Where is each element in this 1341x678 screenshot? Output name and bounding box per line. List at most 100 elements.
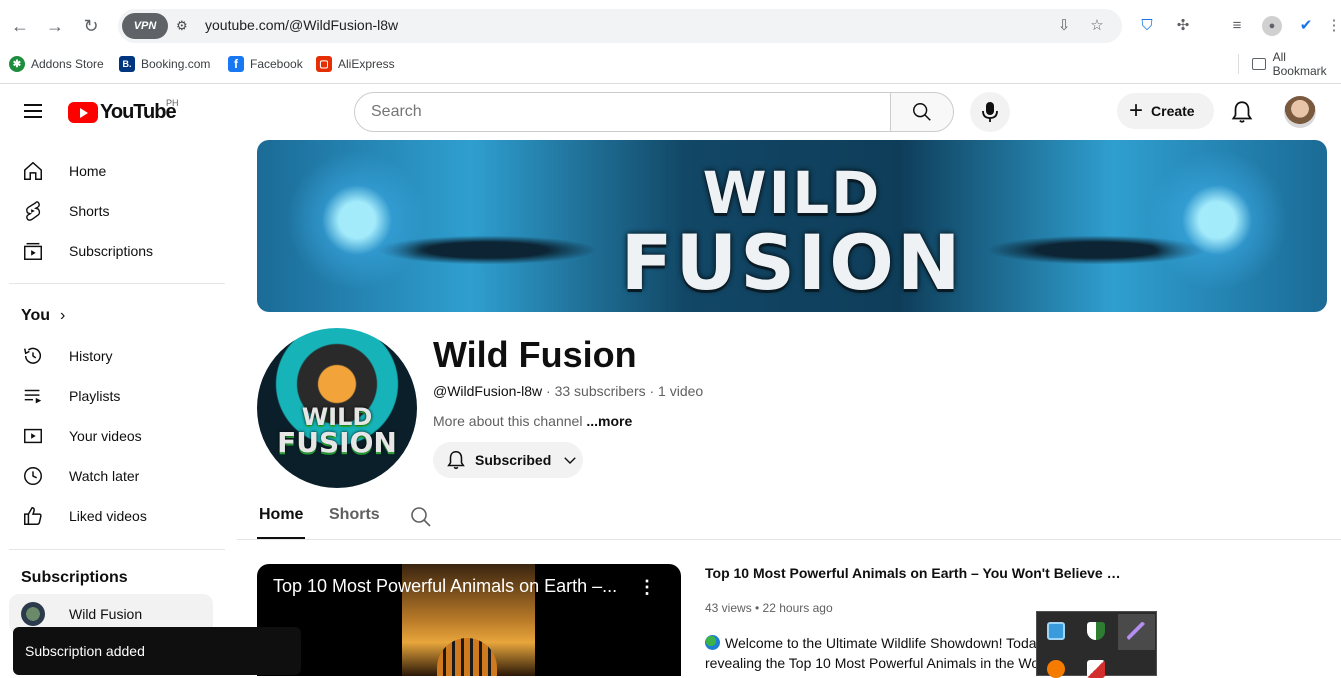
install-app-icon[interactable]: ⇩ (1055, 17, 1073, 35)
subscriptions-section-heading: Subscriptions (21, 569, 128, 586)
bookmark-star-icon[interactable]: ☆ (1088, 17, 1106, 35)
sidebar-item-shorts[interactable]: Shorts (12, 191, 212, 231)
more-options-icon[interactable]: ⋮ (637, 576, 657, 598)
you-section-heading[interactable]: You › (21, 307, 65, 325)
chevron-right-icon: › (60, 307, 66, 324)
hamburger-menu-icon[interactable] (21, 100, 45, 124)
sidebar-item-label: Shorts (69, 203, 110, 219)
channel-tabs: Home Shorts (237, 495, 1341, 540)
microphone-icon (982, 102, 998, 122)
sidebar-item-label: Liked videos (69, 508, 147, 524)
channel-search-icon[interactable] (409, 505, 433, 529)
search-button[interactable] (890, 92, 954, 132)
channel-about[interactable]: More about this channel ...more (433, 413, 632, 429)
vpn-badge[interactable]: VPN (122, 13, 168, 39)
voice-search-button[interactable] (970, 92, 1010, 132)
site-info-icon[interactable]: ⚙ (176, 18, 192, 34)
liked-videos-icon (21, 504, 45, 528)
about-more-link[interactable]: ...more (586, 413, 632, 429)
sidebar-item-home[interactable]: Home (12, 151, 212, 191)
subscribed-label: Subscribed (475, 452, 552, 468)
security-check-icon[interactable]: ✔ (1296, 16, 1316, 36)
create-label: Create (1151, 103, 1195, 119)
sidebar-item-liked-videos[interactable]: Liked videos (12, 496, 212, 536)
active-tab-indicator (257, 537, 305, 539)
sidebar-item-history[interactable]: History (12, 336, 212, 376)
tab-home[interactable]: Home (259, 506, 303, 524)
red-app-icon[interactable] (1087, 660, 1105, 678)
search-box (354, 92, 891, 132)
security-shield-icon[interactable] (1087, 622, 1105, 640)
bookmark-facebook[interactable]: f Facebook (228, 55, 303, 73)
back-icon[interactable]: ← (8, 14, 32, 38)
youtube-header: YouTube PH + Create (0, 85, 1341, 139)
home-icon (21, 159, 45, 183)
all-bookmarks-button[interactable]: All Bookmark (1252, 50, 1341, 78)
bookmark-label: Booking.com (141, 57, 211, 71)
system-tray-popup (1036, 611, 1157, 678)
sidebar: Home Shorts Subscriptions You › History … (0, 139, 237, 676)
all-bookmarks-label: All Bookmark (1272, 50, 1327, 78)
sidebar-item-label: History (69, 348, 113, 364)
channel-stats: · 33 subscribers · 1 video (542, 383, 704, 399)
notifications-bell-icon[interactable] (1229, 99, 1255, 125)
toast-notification: Subscription added (13, 627, 301, 675)
subscribed-button[interactable]: Subscribed (433, 442, 583, 478)
you-heading-label: You (21, 307, 51, 324)
banner-line-2: FUSION (620, 218, 964, 307)
bookmark-booking[interactable]: B. Booking.com (119, 55, 210, 73)
sidebar-item-your-videos[interactable]: Your videos (12, 416, 212, 456)
banner-artwork-text: WILD FUSION (257, 158, 1327, 307)
orange-app-icon[interactable] (1047, 660, 1065, 678)
omnibar: ← → ↻ VPN ⚙ youtube.com/@WildFusion-l8w … (0, 0, 1341, 50)
media-control-icon[interactable]: ≡ (1227, 16, 1247, 36)
account-avatar[interactable] (1284, 96, 1316, 128)
sidebar-item-watch-later[interactable]: Watch later (12, 456, 212, 496)
feather-app-icon[interactable] (1127, 622, 1145, 640)
logo-text: YouTube (100, 100, 177, 123)
sidebar-item-label: Home (69, 163, 107, 179)
history-icon (21, 344, 45, 368)
subscription-label: Wild Fusion (69, 606, 143, 622)
youtube-play-icon (68, 101, 98, 123)
bell-icon (447, 450, 465, 470)
channel-avatar-small (21, 602, 45, 626)
reload-icon[interactable]: ↻ (79, 14, 103, 38)
booking-icon: B. (119, 56, 135, 72)
video-thumbnail[interactable]: Top 10 Most Powerful Animals on Earth –.… (257, 564, 681, 676)
tab-shorts[interactable]: Shorts (329, 506, 380, 524)
address-bar[interactable]: VPN ⚙ youtube.com/@WildFusion-l8w ⇩ ☆ (118, 9, 1122, 43)
forward-icon[interactable]: → (43, 14, 67, 38)
search-input[interactable] (371, 102, 871, 122)
video-title[interactable]: Top 10 Most Powerful Animals on Earth – … (705, 565, 1125, 581)
sidebar-item-playlists[interactable]: Playlists (12, 376, 212, 416)
sidebar-item-label: Subscriptions (69, 243, 154, 259)
channel-meta: @WildFusion-l8w · 33 subscribers · 1 vid… (433, 383, 703, 399)
create-button[interactable]: + Create (1117, 93, 1214, 129)
globe-icon (705, 635, 720, 650)
country-code: PH (166, 98, 179, 108)
extension-shield-icon[interactable]: ⛉ (1137, 16, 1157, 36)
browser-menu-icon[interactable]: ⋮ (1324, 16, 1341, 36)
channel-handle: @WildFusion-l8w (433, 383, 543, 399)
browser-chrome: ← → ↻ VPN ⚙ youtube.com/@WildFusion-l8w … (0, 0, 1341, 84)
profile-icon[interactable]: ● (1262, 16, 1282, 36)
youtube-logo[interactable]: YouTube (68, 100, 177, 123)
url-text[interactable]: youtube.com/@WildFusion-l8w (205, 17, 398, 33)
video-stats: 43 views • 22 hours ago (705, 601, 833, 615)
watch-later-icon (21, 464, 45, 488)
addons-store-icon: ✱ (9, 56, 25, 72)
bookmark-label: Addons Store (31, 57, 104, 71)
extensions-puzzle-icon[interactable]: ✣ (1173, 16, 1193, 36)
sidebar-item-label: Your videos (69, 428, 142, 444)
monitor-app-icon[interactable] (1047, 622, 1065, 640)
bookmark-aliexpress[interactable]: ▢ AliExpress (316, 55, 395, 73)
bookmarks-bar: ✱ Addons Store B. Booking.com f Facebook… (0, 50, 1341, 78)
chevron-down-icon (564, 457, 576, 464)
bookmark-addons-store[interactable]: ✱ Addons Store (9, 55, 104, 73)
sidebar-item-subscriptions[interactable]: Subscriptions (12, 231, 212, 271)
video-description-line-2: revealing the Top 10 Most Powerful Anima… (705, 655, 1040, 671)
channel-avatar[interactable]: WILD FUSION (257, 328, 417, 488)
sidebar-item-label: Watch later (69, 468, 140, 484)
video-description-line-1: Welcome to the Ultimate Wildlife Showdow… (705, 635, 1040, 651)
